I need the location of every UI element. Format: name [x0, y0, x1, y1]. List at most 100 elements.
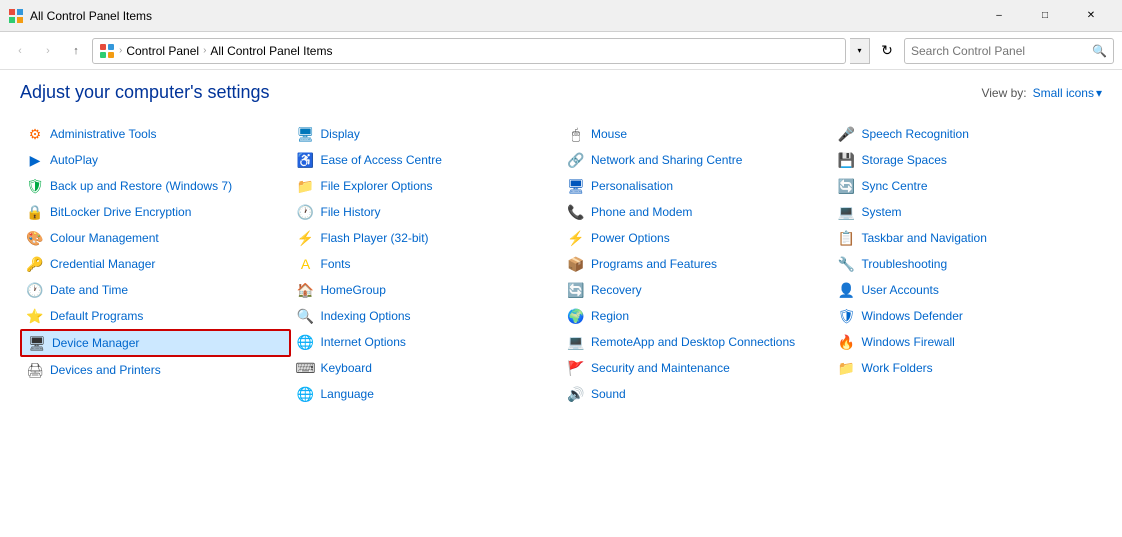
- keyboard-icon: ⌨: [297, 359, 315, 377]
- cp-item-storage-spaces[interactable]: 💾Storage Spaces: [832, 147, 1103, 173]
- cp-item-fonts[interactable]: AFonts: [291, 251, 562, 277]
- cp-item-default-programs[interactable]: ⭐Default Programs: [20, 303, 291, 329]
- view-by-link[interactable]: Small icons ▾: [1033, 86, 1102, 100]
- windows-firewall-icon: 🔥: [838, 333, 856, 351]
- items-grid: ⚙Administrative Tools▶AutoPlay🛡Back up a…: [20, 121, 1102, 407]
- maximize-button[interactable]: □: [1022, 0, 1068, 32]
- cp-item-work-folders[interactable]: 📁Work Folders: [832, 355, 1103, 381]
- close-button[interactable]: ✕: [1068, 0, 1114, 32]
- cp-item-language[interactable]: 🌐Language: [291, 381, 562, 407]
- cp-item-ease-of-access[interactable]: ♿Ease of Access Centre: [291, 147, 562, 173]
- taskbar-navigation-label: Taskbar and Navigation: [862, 231, 987, 245]
- homegroup-icon: 🏠: [297, 281, 315, 299]
- cp-item-network-sharing[interactable]: 🔗Network and Sharing Centre: [561, 147, 832, 173]
- fonts-label: Fonts: [321, 257, 351, 271]
- refresh-button[interactable]: ↻: [874, 38, 900, 64]
- cp-item-speech-recognition[interactable]: 🎤Speech Recognition: [832, 121, 1103, 147]
- cp-item-system[interactable]: 💻 System: [832, 199, 1103, 225]
- cp-item-colour-management[interactable]: 🎨Colour Management: [20, 225, 291, 251]
- title-controls: – □ ✕: [976, 0, 1114, 32]
- speech-recognition-label: Speech Recognition: [862, 127, 969, 141]
- sound-icon: 🔊: [567, 385, 585, 403]
- internet-options-icon: 🌐: [297, 333, 315, 351]
- display-label: Display: [321, 127, 360, 141]
- content-area: Adjust your computer's settings View by:…: [0, 70, 1122, 537]
- title-bar-left: All Control Panel Items: [8, 8, 152, 24]
- security-maintenance-icon: 🚩: [567, 359, 585, 377]
- path-all-items[interactable]: All Control Panel Items: [210, 44, 332, 58]
- minimize-button[interactable]: –: [976, 0, 1022, 32]
- colour-management-icon: 🎨: [26, 229, 44, 247]
- cp-item-device-manager[interactable]: 🖥Device Manager: [20, 329, 291, 357]
- cp-item-security-maintenance[interactable]: 🚩Security and Maintenance: [561, 355, 832, 381]
- cp-item-power-options[interactable]: ⚡Power Options: [561, 225, 832, 251]
- cp-item-remoteapp[interactable]: 💻RemoteApp and Desktop Connections: [561, 329, 832, 355]
- cp-item-bitlocker[interactable]: 🔒BitLocker Drive Encryption: [20, 199, 291, 225]
- back-button[interactable]: ‹: [8, 39, 32, 63]
- cp-item-internet-options[interactable]: 🌐Internet Options: [291, 329, 562, 355]
- cp-item-user-accounts[interactable]: 👤User Accounts: [832, 277, 1103, 303]
- backup-restore-icon: 🛡: [26, 177, 44, 195]
- cp-item-devices-printers[interactable]: 🖨 Devices and Printers: [20, 357, 291, 383]
- forward-button[interactable]: ›: [36, 39, 60, 63]
- cp-item-keyboard[interactable]: ⌨Keyboard: [291, 355, 562, 381]
- cp-item-windows-firewall[interactable]: 🔥Windows Firewall: [832, 329, 1103, 355]
- cp-item-backup-restore[interactable]: 🛡Back up and Restore (Windows 7): [20, 173, 291, 199]
- cp-item-credential-manager[interactable]: 🔑Credential Manager: [20, 251, 291, 277]
- cp-item-windows-defender[interactable]: 🛡Windows Defender: [832, 303, 1103, 329]
- cp-item-flash-player[interactable]: ⚡Flash Player (32-bit): [291, 225, 562, 251]
- path-control-panel[interactable]: Control Panel: [126, 44, 199, 58]
- file-history-label: File History: [321, 205, 381, 219]
- path-separator-2: ›: [203, 45, 206, 56]
- address-dropdown[interactable]: ▾: [850, 38, 870, 64]
- cp-item-troubleshooting[interactable]: 🔧Troubleshooting: [832, 251, 1103, 277]
- indexing-options-label: Indexing Options: [321, 309, 411, 323]
- cp-item-file-history[interactable]: 🕐File History: [291, 199, 562, 225]
- autoplay-label: AutoPlay: [50, 153, 98, 167]
- region-label: Region: [591, 309, 629, 323]
- cp-item-indexing-options[interactable]: 🔍Indexing Options: [291, 303, 562, 329]
- system-label: System: [862, 205, 902, 219]
- system-icon: 💻: [838, 203, 856, 221]
- sync-centre-icon: 🔄: [838, 177, 856, 195]
- cp-item-homegroup[interactable]: 🏠HomeGroup: [291, 277, 562, 303]
- storage-spaces-label: Storage Spaces: [862, 153, 947, 167]
- cp-item-mouse[interactable]: 🖱Mouse: [561, 121, 832, 147]
- devices-printers-label: Devices and Printers: [50, 363, 161, 377]
- administrative-tools-icon: ⚙: [26, 125, 44, 143]
- credential-manager-label: Credential Manager: [50, 257, 155, 271]
- programs-features-icon: 📦: [567, 255, 585, 273]
- devices-printers-icon: 🖨: [26, 361, 44, 379]
- recovery-label: Recovery: [591, 283, 642, 297]
- search-input[interactable]: [911, 44, 1092, 58]
- ease-of-access-icon: ♿: [297, 151, 315, 169]
- cp-item-display[interactable]: 🖥 Display: [291, 121, 562, 147]
- display-icon: 🖥: [297, 125, 315, 143]
- cp-item-region[interactable]: 🌍Region: [561, 303, 832, 329]
- cp-item-taskbar-navigation[interactable]: 📋Taskbar and Navigation: [832, 225, 1103, 251]
- network-sharing-label: Network and Sharing Centre: [591, 153, 742, 167]
- phone-modem-icon: 📞: [567, 203, 585, 221]
- address-path: › Control Panel › All Control Panel Item…: [92, 38, 846, 64]
- recovery-icon: 🔄: [567, 281, 585, 299]
- file-explorer-options-label: File Explorer Options: [321, 179, 433, 193]
- view-arrow-icon: ▾: [1096, 86, 1102, 100]
- cp-item-sound[interactable]: 🔊Sound: [561, 381, 832, 407]
- cp-item-autoplay[interactable]: ▶AutoPlay: [20, 147, 291, 173]
- default-programs-icon: ⭐: [26, 307, 44, 325]
- cp-item-personalisation[interactable]: 🖥Personalisation: [561, 173, 832, 199]
- cp-item-programs-features[interactable]: 📦Programs and Features: [561, 251, 832, 277]
- window-title: All Control Panel Items: [30, 9, 152, 23]
- cp-item-administrative-tools[interactable]: ⚙Administrative Tools: [20, 121, 291, 147]
- cp-item-file-explorer-options[interactable]: 📁File Explorer Options: [291, 173, 562, 199]
- mouse-label: Mouse: [591, 127, 627, 141]
- phone-modem-label: Phone and Modem: [591, 205, 692, 219]
- up-button[interactable]: ↑: [64, 39, 88, 63]
- work-folders-icon: 📁: [838, 359, 856, 377]
- remoteapp-icon: 💻: [567, 333, 585, 351]
- cp-item-phone-modem[interactable]: 📞 Phone and Modem: [561, 199, 832, 225]
- cp-item-date-time[interactable]: 🕐Date and Time: [20, 277, 291, 303]
- cp-item-recovery[interactable]: 🔄 Recovery: [561, 277, 832, 303]
- cp-item-sync-centre[interactable]: 🔄Sync Centre: [832, 173, 1103, 199]
- search-icon: 🔍: [1092, 44, 1107, 58]
